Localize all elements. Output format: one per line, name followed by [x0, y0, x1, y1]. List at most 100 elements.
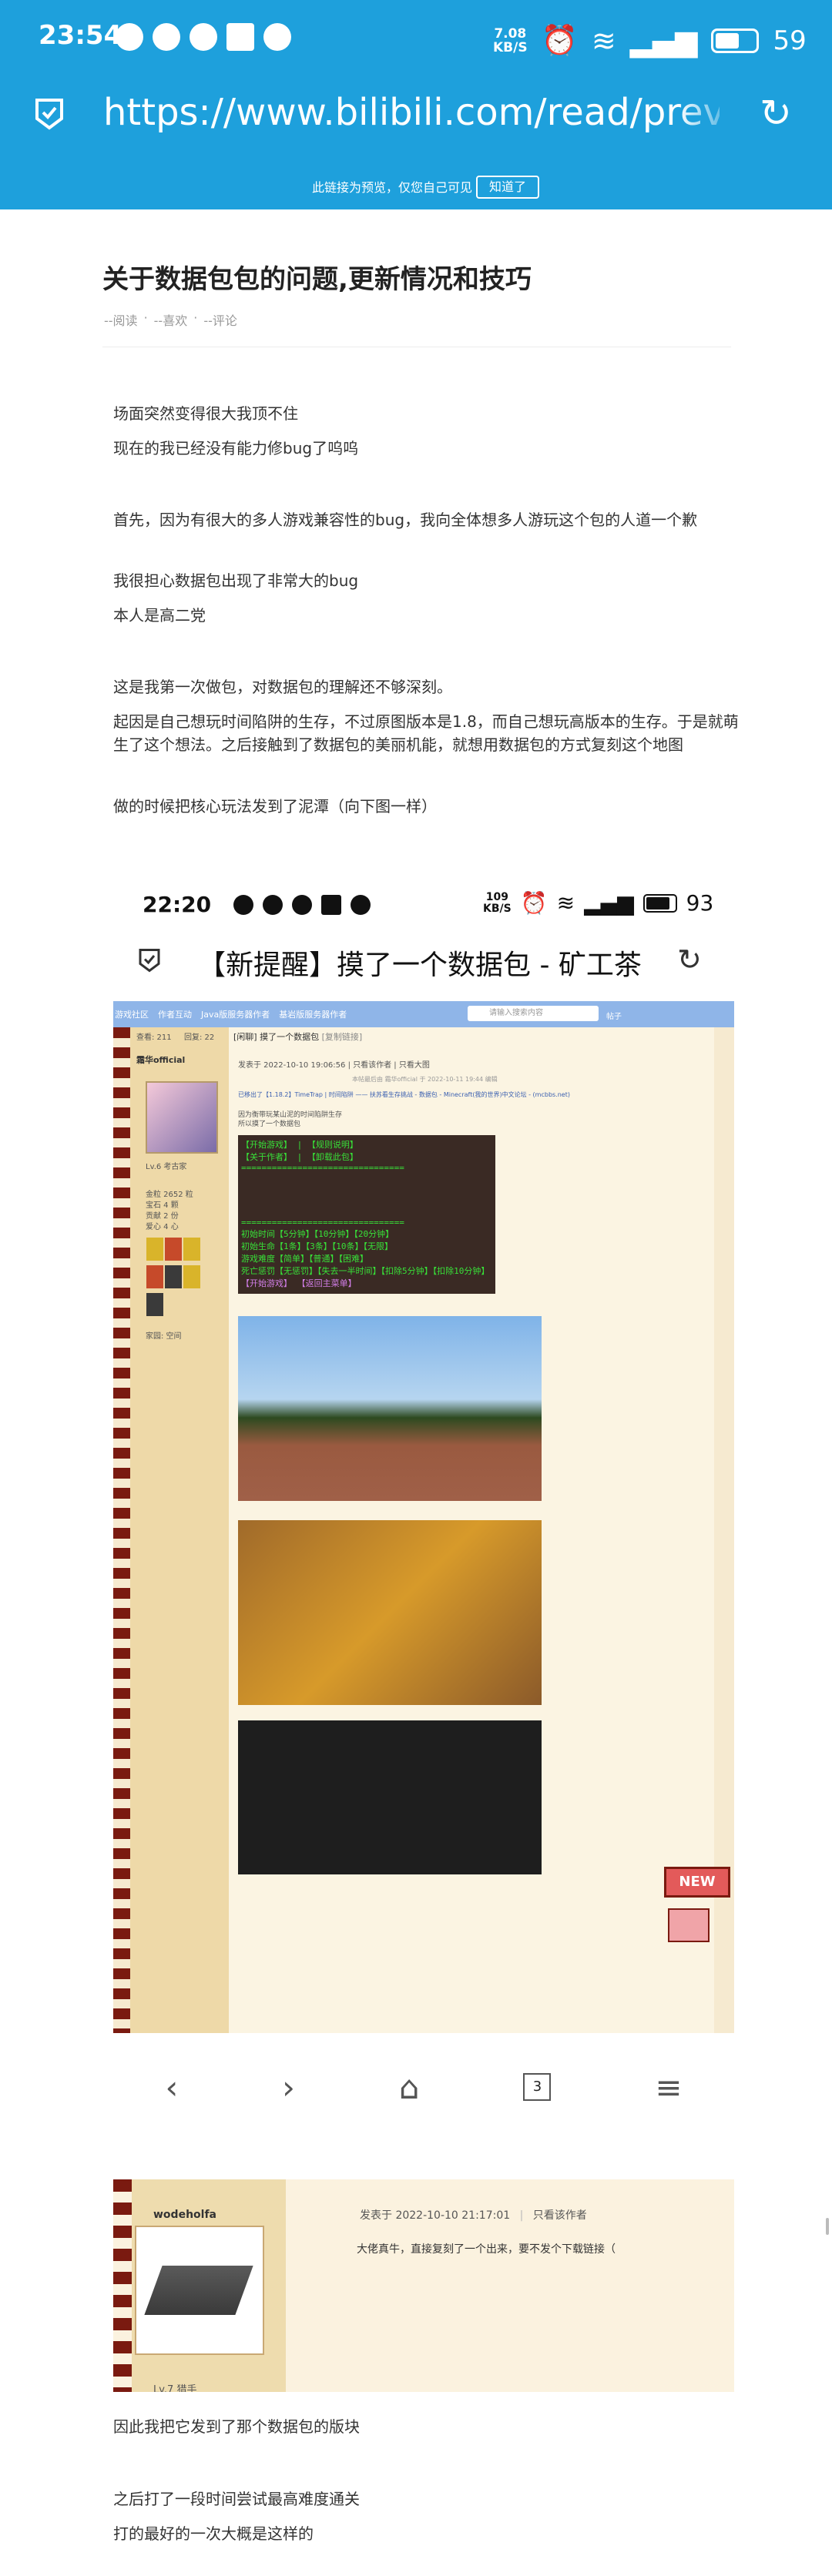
url-fade — [678, 85, 740, 139]
forum-search-input: 请输入搜索内容 — [468, 1006, 599, 1021]
paragraph: 现在的我已经没有能力修bug了呜呜 — [113, 439, 359, 457]
bubble-icon — [292, 895, 312, 915]
medal-icon — [146, 1293, 163, 1316]
terminal-line: 游戏难度【简单】【普通】【困难】 — [241, 1254, 368, 1264]
screenshot-status-right: 109 KB/S ⏰ ≋ ▂▄▆ 93 — [483, 890, 713, 916]
terminal-line: 初始时间【5分钟】【10分钟】【20分钟】 — [241, 1229, 394, 1239]
author-stat: 贡献 2 份 — [146, 1212, 179, 1221]
screenshot-browser-toolbar: ‹ › ⌂ 3 ≡ — [113, 2041, 734, 2133]
medal-icon — [183, 1265, 200, 1288]
author-stat: 宝石 4 颗 — [146, 1201, 179, 1210]
battery-level: 93 — [686, 890, 714, 916]
paragraph: 起因是自己想玩时间陷阱的生存，不过原图版本是1.8，而自己想玩高版本的生存。于是… — [113, 712, 739, 754]
preview-dismiss-button[interactable]: 知道了 — [476, 176, 539, 199]
author-avatar — [146, 1081, 218, 1154]
replies-count: 回复: 22 — [184, 1033, 215, 1042]
terminal-line: 初始生命【1条】【3条】【10条】【无限】 — [241, 1241, 393, 1251]
shield-icon[interactable] — [34, 97, 65, 131]
tabs-icon: 3 — [523, 2073, 552, 2101]
screenshot-page-title: 【新提醒】摸了一个数据包 - 矿工茶 — [198, 950, 642, 981]
gallery-icon — [226, 23, 254, 51]
wifi-icon: ≋ — [591, 23, 616, 58]
paragraph: 因此我把它发到了那个数据包的版块 — [113, 2417, 360, 2436]
article-title: 关于数据包包的问题,更新情况和技巧 — [102, 264, 532, 295]
paragraph: 首先，因为有很大的多人游戏兼容性的bug，我向全体想多人游玩这个包的人道一个歉 — [113, 511, 698, 529]
author-level: Lv.6 考古家 — [146, 1163, 187, 1171]
minecraft-screenshot — [238, 1520, 542, 1705]
url-field[interactable]: https://www.bilibili.com/read/previe — [103, 91, 720, 134]
back-icon: ‹ — [165, 2068, 179, 2106]
signal-icon: ▂▄▆ — [584, 890, 634, 916]
alarm-icon: ⏰ — [541, 23, 578, 57]
forward-icon: › — [282, 2068, 295, 2106]
reply-author-level: Lv.7 猎手 — [153, 2384, 197, 2392]
terminal-line: 【开始游戏】 | 【规则说明】 — [241, 1140, 358, 1150]
reply-meta: 发表于 2022-10-10 21:17:01 | 只看该作者 — [360, 2209, 587, 2222]
read-count: --阅读 — [104, 313, 138, 328]
author-name: 霜华official — [136, 1055, 186, 1065]
medal-list — [146, 1237, 215, 1320]
signal-icon: ▂▄▆ — [629, 23, 698, 58]
medal-icon — [146, 1265, 163, 1288]
terminal-line: 死亡惩罚【无惩罚】【失去一半时间】【扣除5分钟】【扣除10分钟】 — [241, 1266, 490, 1276]
medal-icon — [165, 1238, 182, 1261]
reload-icon[interactable]: ↻ — [760, 91, 792, 136]
forum-nav-links: 游戏社区 作者互动 Java版服务器作者 基岩版服务器作者 — [115, 1008, 347, 1020]
medal-icon — [146, 1238, 163, 1261]
author-stat: 爱心 4 心 — [146, 1223, 179, 1231]
nav-link: 作者互动 — [158, 1010, 192, 1020]
reply-author-avatar — [135, 2226, 264, 2355]
message-icon — [233, 895, 253, 915]
paragraph: 本人是高二党 — [113, 606, 206, 625]
paragraph: 之后打了一段时间尝试最高难度通关 — [113, 2490, 360, 2508]
edit-note: 本帖最后由 霜华official 于 2022-10-11 19:44 编辑 — [352, 1076, 498, 1083]
embedded-screenshot: 22:20 109 KB/S ⏰ ≋ ▂▄▆ 93 【新提醒】摸了一个数据包 -… — [113, 869, 734, 2170]
terminal-menu-image: 【开始游戏】 | 【规则说明】 【关于作者】 | 【卸载此包】 ========… — [238, 1135, 495, 1294]
terminal-line: ================================ — [241, 1163, 404, 1173]
comment-count: --评论 — [203, 313, 237, 328]
forum-border-left — [113, 1027, 130, 2033]
nav-link: 基岩版服务器作者 — [279, 1010, 347, 1020]
new-badge: NEW — [664, 1867, 730, 1898]
alarm-icon: ⏰ — [520, 890, 548, 916]
author-home: 家园: 空间 — [146, 1332, 182, 1341]
wifi-icon: ≋ — [556, 890, 575, 916]
reply-content: 大佬真牛，直接复刻了一个出来，要不发个下载链接（ — [357, 2243, 616, 2256]
author-column: 查看: 211 回复: 22 霜华official Lv.6 考古家 金粒 26… — [130, 1027, 229, 2033]
post-column: [闲聊] 摸了一个数据包 [复制链接] 发表于 2022-10-10 19:06… — [229, 1027, 714, 2033]
screenshot-notification-icons — [233, 895, 371, 915]
linked-post: 已移出了【1.18.2】TimeTrap | 时间陷阱 —— 扶苏看生存挑战 -… — [238, 1091, 570, 1098]
flag-icon — [668, 1908, 710, 1942]
views-count: 查看: 211 — [136, 1033, 172, 1042]
network-speed: 109 KB/S — [483, 890, 512, 915]
minecraft-screenshot — [238, 1316, 542, 1501]
battery-level: 59 — [773, 25, 807, 56]
status-time: 23:54 — [39, 20, 122, 51]
paragraph: 打的最好的一次大概是这样的 — [113, 2524, 314, 2543]
medal-icon — [183, 1238, 200, 1261]
thread-title: [闲聊] 摸了一个数据包 [复制链接] — [233, 1032, 363, 1042]
reply-author-column: wodeholfa Lv.7 猎手 — [132, 2179, 286, 2392]
chat-icon — [263, 895, 283, 915]
terminal-line: 【开始游戏】 【返回主菜单】 — [241, 1278, 357, 1288]
terminal-line: ================================ — [241, 1218, 404, 1228]
terminal-line: 【关于作者】 | 【卸载此包】 — [241, 1152, 358, 1162]
battery-icon — [642, 893, 677, 913]
status-notification-icons — [116, 23, 291, 51]
nav-link: Java版服务器作者 — [201, 1010, 270, 1020]
code-editor-screenshot — [238, 1720, 542, 1874]
paragraph: 这是我第一次做包，对数据包的理解还不够深刻。 — [113, 678, 452, 696]
preview-banner-text: 此链接为预览，仅您自己可见 — [312, 180, 473, 195]
status-right: 7.08 KB/S ⏰ ≋ ▂▄▆ 59 — [493, 23, 807, 58]
scrollbar[interactable] — [826, 2218, 829, 2235]
menu-icon: ≡ — [655, 2068, 683, 2106]
author-stat: 金粒 2652 粒 — [146, 1191, 193, 1199]
home-icon: ⌂ — [398, 2068, 420, 2106]
gallery-icon — [321, 895, 341, 915]
paragraph: 场面突然变得很大我顶不住 — [113, 404, 298, 423]
paragraph: 做的时候把核心玩法发到了泥潭（向下图一样） — [113, 797, 437, 816]
paragraph: 我很担心数据包出现了非常大的bug — [113, 571, 359, 590]
reload-icon: ↻ — [677, 943, 702, 976]
bubble-icon — [190, 23, 217, 51]
medal-icon — [165, 1265, 182, 1288]
